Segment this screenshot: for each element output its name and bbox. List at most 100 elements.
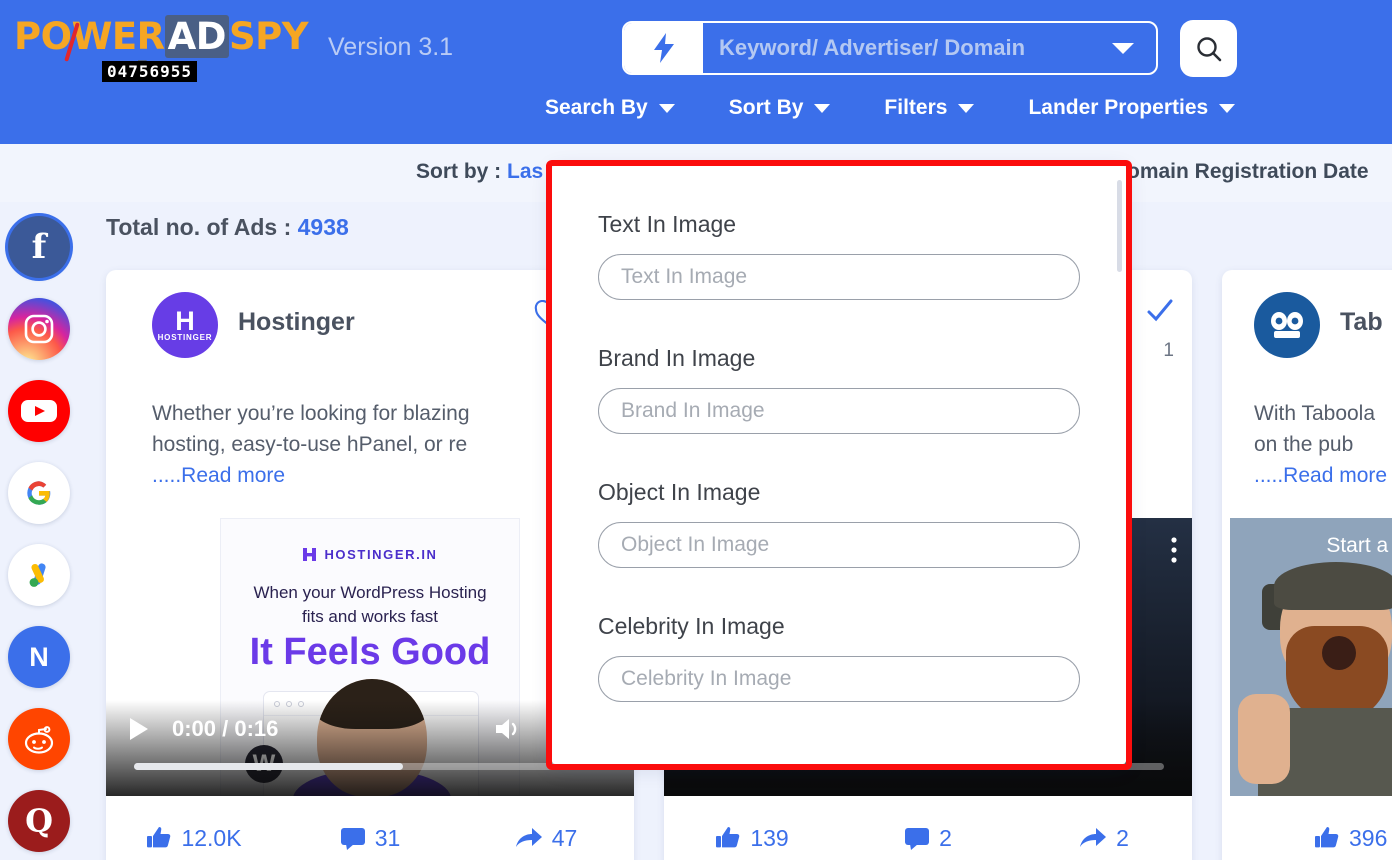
sidebar-item-facebook[interactable]: f (8, 216, 70, 278)
kebab-menu-icon[interactable] (1170, 536, 1178, 564)
sidebar-item-instagram[interactable] (8, 298, 70, 360)
like-stat[interactable]: 12.0K (106, 825, 282, 852)
sidebar-item-youtube[interactable] (8, 380, 70, 442)
total-ads-counter: Total no. of Ads : 4938 (106, 214, 349, 241)
thumbs-up-icon (147, 827, 171, 848)
text-in-image-input[interactable] (598, 254, 1080, 300)
nav-item-lander-properties[interactable]: Lander Properties (1028, 92, 1236, 124)
ad-description: With Taboola on the pub .....Read more (1254, 398, 1392, 491)
sort-by-display[interactable]: Sort by : Las (416, 160, 543, 184)
share-stat[interactable]: 2 (1016, 825, 1192, 852)
logo-wordmark: POWERADSPY (14, 15, 309, 58)
google-icon (27, 481, 51, 505)
ad-brand-logo-text: HOSTINGER.IN (324, 547, 438, 562)
logo-part-power: POWER (14, 15, 165, 58)
scrollbar[interactable] (1117, 180, 1122, 272)
share-count: 47 (551, 824, 578, 851)
ad-headline-line-1: When your WordPress Hosting (253, 583, 487, 602)
like-stat[interactable]: 139 (664, 825, 840, 852)
share-icon (1080, 828, 1107, 847)
video-progress-bar[interactable] (134, 763, 606, 770)
sidebar-item-google[interactable] (8, 462, 70, 524)
nav-item-sort-by[interactable]: Sort By (729, 92, 831, 124)
nav-item-search-by[interactable]: Search By (545, 92, 675, 124)
share-stat[interactable]: 47 (458, 825, 634, 852)
chevron-down-icon (814, 103, 831, 113)
nav-label: Filters (884, 96, 948, 119)
lightning-bolt-button[interactable] (624, 23, 703, 73)
avatar (1254, 292, 1320, 358)
main-nav: Search By Sort By Filters Lander Propert… (545, 92, 1236, 124)
play-icon[interactable] (128, 717, 150, 741)
thumbs-up-icon (1315, 827, 1339, 848)
search-button[interactable] (1180, 20, 1237, 77)
app-logo[interactable]: POWERADSPY 04756955 (14, 15, 309, 86)
field-label: Object In Image (598, 479, 761, 505)
share-icon (515, 828, 542, 847)
like-count: 12.0K (181, 824, 242, 851)
total-ads-value: 4938 (297, 214, 349, 240)
ad-headline-small: When your WordPress Hosting fits and wor… (221, 581, 519, 629)
video-time: 0:00 / 0:16 (172, 716, 279, 741)
brand-name[interactable]: Hostinger (238, 308, 355, 337)
person-mouth (1322, 636, 1356, 670)
ad-card-taboola[interactable]: Tab With Taboola on the pub .....Read mo… (1222, 270, 1392, 860)
comment-stat[interactable]: 31 (282, 825, 458, 852)
google-ads-icon (29, 563, 46, 587)
reddit-icon (24, 726, 54, 754)
sidebar-item-reddit[interactable] (8, 708, 70, 770)
page-root: POWERADSPY 04756955 Version 3.1 Keyword/… (0, 0, 1392, 860)
ad-description-line-1: Whether you’re looking for blazing (152, 402, 470, 425)
check-icon[interactable] (1146, 298, 1174, 322)
ad-brand-logo-row: HOSTINGER.IN (221, 547, 519, 562)
brand-name[interactable]: Tab (1340, 308, 1383, 337)
chevron-down-icon (658, 103, 675, 113)
comment-count: 2 (939, 824, 952, 851)
sidebar-item-native[interactable]: N (8, 626, 70, 688)
ad-headline-line-2: fits and works fast (301, 607, 439, 626)
logo-part-spy: SPY (229, 15, 309, 58)
celebrity-in-image-input[interactable] (598, 656, 1080, 702)
volume-icon[interactable] (494, 716, 524, 742)
like-stat[interactable]: 396 (1222, 825, 1392, 852)
video-progress-fill (134, 763, 404, 770)
logo-part-ad: AD (164, 15, 230, 58)
field-label: Celebrity In Image (598, 613, 785, 639)
search-dropdown-chevron-down-icon[interactable] (1112, 42, 1134, 54)
field-text-in-image: Text In Image (598, 211, 1080, 300)
card-action-icons (1146, 298, 1174, 322)
read-more-link[interactable]: .....Read more (1254, 464, 1387, 487)
ad-creative[interactable]: Start a cam ★★★★★ (1222, 518, 1392, 796)
video-progress-bar[interactable] (692, 763, 1164, 770)
card-header: Tab (1222, 270, 1392, 392)
read-more-link[interactable]: .....Read more (152, 464, 285, 487)
instagram-icon (24, 314, 54, 344)
comment-stat[interactable]: 2 (840, 825, 1016, 852)
sidebar-item-google-ads[interactable] (8, 544, 70, 606)
engagement-stats: 12.0K 31 47 (106, 810, 634, 860)
domain-registration-date-label[interactable]: omain Registration Date (1127, 160, 1369, 184)
avatar-subtext: HOSTINGER (157, 332, 213, 342)
ad-description: Whether you’re looking for blazing hosti… (152, 398, 606, 491)
native-n-icon: N (29, 641, 49, 672)
ad-headline: Start a cam (1326, 534, 1392, 557)
object-in-image-input[interactable] (598, 522, 1080, 568)
brand-in-image-input[interactable] (598, 388, 1080, 434)
field-object-in-image: Object In Image (598, 479, 1080, 568)
like-count: 396 (1349, 824, 1388, 851)
field-celebrity-in-image: Celebrity In Image (598, 613, 1080, 702)
thumbs-up-icon (716, 827, 740, 848)
search-input[interactable] (703, 23, 1112, 73)
sort-by-label: Sort by : (416, 160, 502, 183)
quora-icon: Q (25, 802, 53, 840)
image-search-modal: Text In Image Brand In Image Object In I… (552, 166, 1126, 764)
like-count: 139 (750, 824, 789, 851)
version-label: Version 3.1 (328, 33, 454, 61)
nav-item-filters[interactable]: Filters (884, 92, 975, 124)
person-hand (1238, 694, 1290, 784)
facebook-icon: f (31, 227, 47, 267)
avatar: H HOSTINGER (152, 292, 218, 358)
sidebar-item-quora[interactable]: Q (8, 790, 70, 852)
ad-creative-image: Start a cam ★★★★★ (1230, 518, 1392, 796)
field-label: Brand In Image (598, 345, 756, 371)
